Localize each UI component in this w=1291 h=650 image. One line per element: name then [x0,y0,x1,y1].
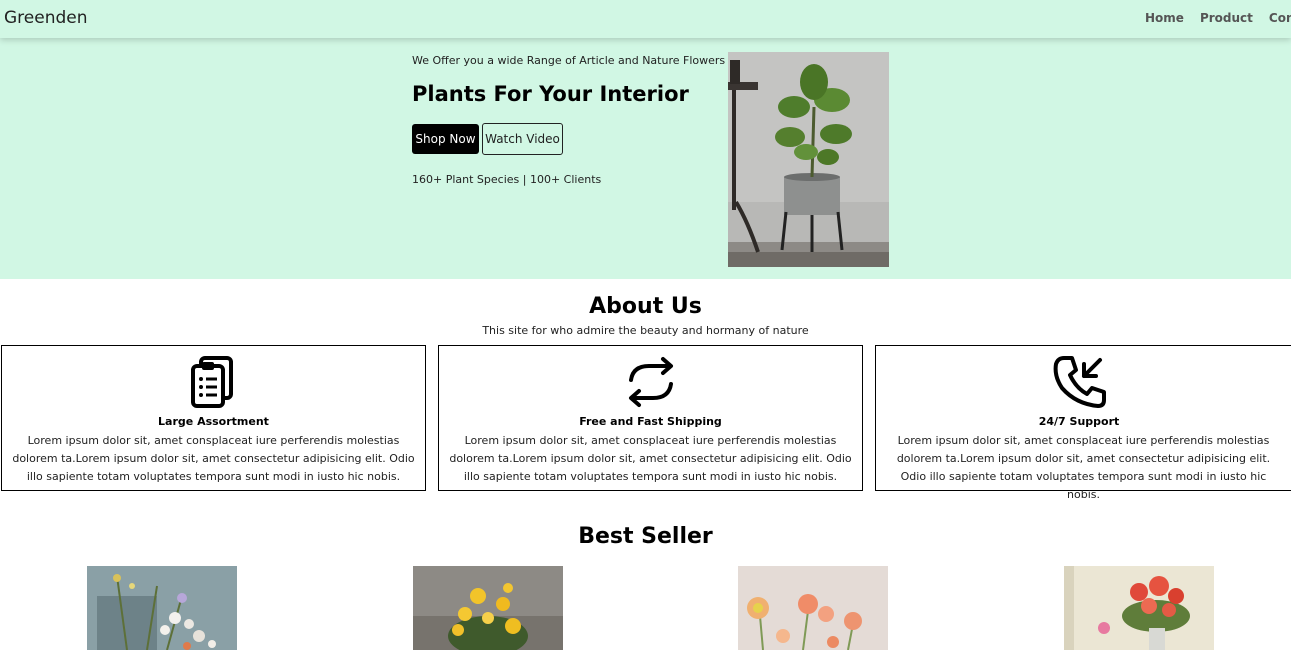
potted-plant-image [728,52,889,267]
best-seller-title: Best Seller [578,524,713,549]
nav-link-home[interactable]: Home [1145,11,1184,25]
phone-incoming-icon [876,354,1291,410]
nav-link-contact[interactable]: Contact [1269,11,1291,25]
feature-card-assortment: Large Assortment Lorem ipsum dolor sit, … [1,345,426,491]
feature-card-shipping: Free and Fast Shipping Lorem ipsum dolor… [438,345,863,491]
nav-links: Home Product Contact [1145,11,1291,25]
hero-title: Plants For Your Interior [412,82,689,106]
hero-subtitle: We Offer you a wide Range of Article and… [412,54,726,67]
about-subtitle: This site for who admire the beauty and … [482,324,809,337]
about-title: About Us [589,294,702,319]
shop-now-button[interactable]: Shop Now [412,124,479,154]
wildflowers-vase-image[interactable] [87,566,237,650]
feature-title: Free and Fast Shipping [579,415,722,428]
red-flowers-vase-image[interactable] [1064,566,1214,650]
feature-text: Lorem ipsum dolor sit, amet consplaceat … [12,434,415,483]
watch-video-button[interactable]: Watch Video [482,123,563,155]
feature-card-support: 24/7 Support Lorem ipsum dolor sit, amet… [875,345,1291,501]
feature-text: Lorem ipsum dolor sit, amet consplaceat … [449,434,852,483]
clipboard-list-icon [2,354,425,410]
feature-text: Lorem ipsum dolor sit, amet consplaceat … [896,434,1271,501]
nav-link-product[interactable]: Product [1200,11,1253,25]
refresh-arrows-icon [439,354,862,410]
feature-title: 24/7 Support [1038,415,1120,428]
hero-stats: 160+ Plant Species | 100+ Clients [412,173,602,186]
feature-title: Large Assortment [158,415,269,428]
hero-section: We Offer you a wide Range of Article and… [0,38,1291,279]
brand-logo[interactable]: Greenden [4,8,88,28]
ranunculus-image[interactable] [738,566,888,650]
yellow-flowers-pot-image[interactable] [413,566,563,650]
navbar: Greenden Home Product Contact [0,0,1291,38]
